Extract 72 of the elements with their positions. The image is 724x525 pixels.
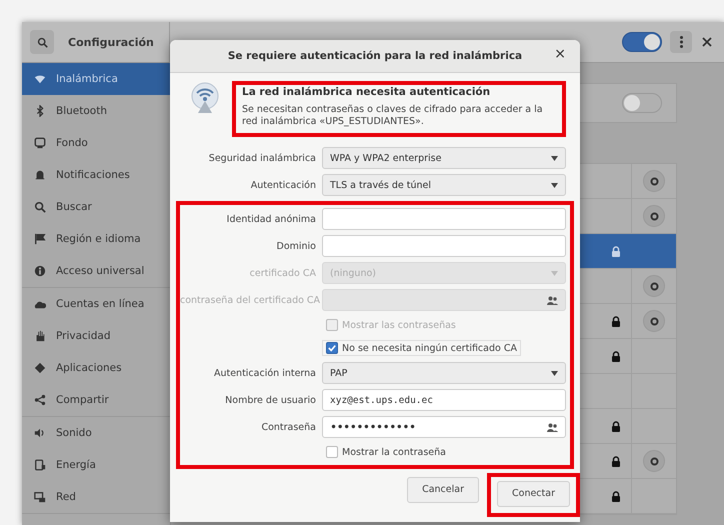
caret-icon [551, 156, 558, 161]
sidebar-item[interactable]: Notificaciones [22, 159, 170, 191]
sidebar-item[interactable]: Cuentas en línea [22, 288, 170, 320]
sidebar-item[interactable]: Acceso universal [22, 255, 170, 287]
lock-icon [611, 350, 621, 362]
wifi-toggle[interactable] [622, 32, 662, 52]
sidebar-item[interactable]: Buscar [22, 191, 170, 223]
sidebar-item[interactable]: Sonido [22, 417, 170, 449]
field-label: Nombre de usuario [224, 394, 316, 406]
monitor-icon [34, 137, 46, 149]
settings-button[interactable] [643, 275, 665, 297]
share-icon [34, 394, 46, 406]
caret-icon [551, 182, 558, 188]
lock-icon [611, 490, 621, 502]
dialog-heading: La red inalámbrica necesita autenticación [242, 86, 492, 98]
field-label: Seguridad inalámbrica [208, 152, 316, 164]
flag-icon [34, 233, 46, 245]
app-title: Configuración [68, 36, 154, 48]
sidebar-item[interactable]: Región e idioma [22, 223, 170, 255]
sidebar-item[interactable]: Inalámbrica [22, 63, 170, 95]
dropdown[interactable]: TLS a través de túnel [322, 174, 566, 196]
checkbox[interactable]: Mostrar la contraseña [322, 444, 450, 460]
sidebar-item[interactable]: Fondo [22, 127, 170, 159]
sidebar-item[interactable]: Energía [22, 449, 170, 481]
search-icon [36, 36, 48, 48]
dialog-button[interactable]: Conectar [497, 480, 570, 507]
sidebar-item[interactable]: Aplicaciones [22, 352, 170, 384]
menu-icon [680, 36, 682, 48]
dropdown[interactable]: WPA y WPA2 enterprise [322, 147, 566, 170]
caret-icon [551, 370, 558, 376]
lock-icon [611, 420, 621, 432]
field-label: Identidad anónima [226, 214, 316, 225]
field-label: certificado CA [248, 268, 316, 279]
input-field[interactable]: xyz@est.ups.edu.ec [322, 389, 566, 412]
settings-button[interactable] [643, 205, 665, 227]
settings-button[interactable] [643, 310, 665, 332]
field-label: Contraseña [260, 422, 316, 433]
dialog-title: Se requiere autenticación para la red inalámbrica [228, 50, 522, 62]
diamond-icon [34, 362, 46, 374]
toggle-switch[interactable] [622, 93, 662, 113]
checkbox[interactable]: No se necesita ningún certificado CA [322, 340, 521, 356]
lock-icon [611, 316, 621, 326]
dialog-button[interactable]: Cancelar [407, 476, 479, 503]
dialog-description: Se necesitan contraseñas o claves de cifrado para acceder a la red inalámbrica «UPS_ESTUDIANTES». [242, 104, 544, 129]
input-field[interactable] [322, 235, 566, 258]
lock-icon [611, 246, 621, 256]
field-label: Dominio [276, 240, 316, 252]
people-icon [547, 422, 558, 432]
speaker-icon [34, 427, 46, 439]
sidebar-item[interactable]: Red [22, 481, 170, 513]
lock-icon [611, 456, 621, 466]
input-field[interactable] [322, 208, 566, 230]
sidebar-item[interactable]: Privacidad [22, 320, 170, 352]
field-label: Autenticación interna [212, 368, 316, 379]
close-button[interactable]: × [550, 46, 570, 62]
menu-button[interactable] [670, 31, 692, 53]
checkmark-icon [328, 344, 336, 352]
network-icon [34, 491, 46, 503]
dropdown[interactable]: PAP [322, 362, 566, 384]
search-button[interactable] [30, 30, 54, 54]
people-icon [547, 296, 558, 305]
field-label: Autenticación [250, 180, 316, 191]
sidebar-item[interactable]: Compartir [22, 384, 170, 416]
password-field[interactable]: ••••••••••••• [322, 416, 566, 438]
search-icon [34, 201, 46, 213]
settings-button[interactable] [643, 450, 665, 472]
wifi-icon [34, 73, 46, 85]
settings-button[interactable] [643, 170, 665, 192]
bell-icon [34, 169, 46, 181]
sidebar-item[interactable]: Bluetooth [22, 95, 170, 127]
close-icon[interactable] [700, 35, 714, 49]
bluetooth-icon [34, 105, 46, 117]
